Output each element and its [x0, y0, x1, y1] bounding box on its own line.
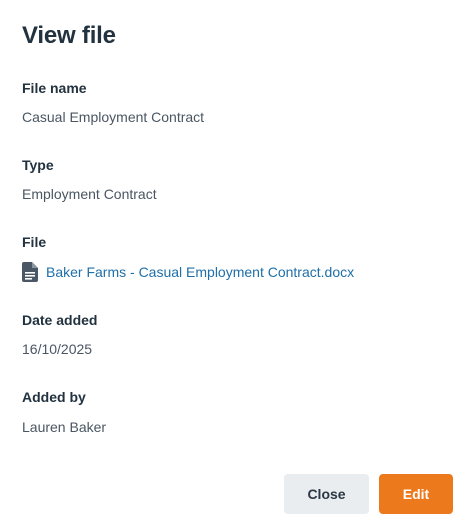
file-download-link[interactable]: Baker Farms - Casual Employment Contract…	[22, 262, 354, 282]
edit-button[interactable]: Edit	[379, 474, 453, 514]
file-label: File	[22, 234, 47, 250]
date-added-value: 16/10/2025	[22, 341, 93, 357]
date-added-label: Date added	[22, 312, 98, 328]
type-label: Type	[22, 157, 54, 173]
close-button[interactable]: Close	[284, 474, 369, 514]
view-file-dialog: View file File name Casual Employment Co…	[0, 0, 470, 532]
document-icon	[22, 262, 38, 282]
dialog-title: View file	[22, 22, 116, 49]
added-by-value: Lauren Baker	[22, 419, 107, 435]
added-by-label: Added by	[22, 389, 86, 405]
file-name-label: File name	[22, 80, 87, 96]
file-name-value: Casual Employment Contract	[22, 109, 205, 125]
type-value: Employment Contract	[22, 186, 157, 202]
file-link-text[interactable]: Baker Farms - Casual Employment Contract…	[46, 264, 354, 280]
